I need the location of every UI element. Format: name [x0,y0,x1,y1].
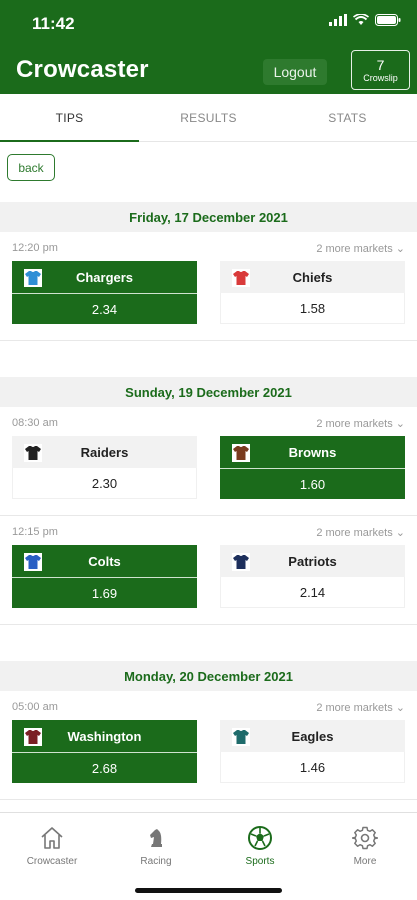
jersey-icon [232,269,250,287]
battery-icon [375,14,401,26]
day-section: Sunday, 19 December 2021 08:30 am 2 more m… [0,377,417,625]
jersey-icon [232,553,250,571]
event-row: 05:00 am2 more markets ⌄ [0,800,417,810]
home-pick-button[interactable]: Colts 1.69 [12,545,197,608]
more-markets-link[interactable]: 2 more markets ⌄ [316,526,405,539]
home-pick-button[interactable]: Raiders 2.30 [12,436,197,499]
back-button[interactable]: back [7,154,55,181]
logout-button[interactable]: Logout [263,59,327,85]
soccer-ball-icon [248,826,272,850]
more-markets-link[interactable]: 2 more markets ⌄ [316,242,405,255]
tab-bar: TIPS RESULTS STATS [0,94,417,142]
team-name: Colts [88,553,121,569]
tab-stats[interactable]: STATS [278,94,417,142]
day-section: Monday, 20 December 2021 05:00 am 2 more m… [0,661,417,810]
nav-label: Crowcaster [26,856,78,867]
nav-label: More [353,856,377,867]
tab-results[interactable]: RESULTS [139,94,278,142]
team-row: Colts [12,545,197,577]
date-header: Sunday, 19 December 2021 [0,377,417,407]
more-markets-link[interactable]: 2 more markets ⌄ [316,417,405,430]
event-row: 12:15 pm 2 more markets ⌄ Colts 1.69 Patriot… [0,516,417,625]
event-row: 12:20 pm 2 more markets ⌄ Chargers 2.34 Chie… [0,232,417,341]
jersey-icon [24,728,42,746]
nav-racing[interactable]: Racing [104,825,208,867]
status-icons [329,14,401,26]
home-icon [41,827,63,849]
team-row: Raiders [12,436,197,468]
app-title: Crowcaster [16,56,149,83]
app-header: 11:42 Crowcaster Logout 7 Crowslip [0,0,417,94]
home-indicator [135,888,282,893]
away-pick-button[interactable]: Chiefs 1.58 [220,261,405,324]
odds-value: 2.68 [12,752,197,783]
team-row: Washington [12,720,197,752]
team-row: Chargers [12,261,197,293]
team-name: Browns [288,444,337,460]
nav-label: Sports [245,856,275,867]
event-time: 05:00 am [12,701,58,713]
event-row: 05:00 am 2 more markets ⌄ Washington 2.68 Ea… [0,691,417,800]
odds-value: 1.60 [220,468,405,499]
day-section: Friday, 17 December 2021 12:20 pm 2 more m… [0,202,417,341]
jersey-icon [24,553,42,571]
jersey-icon [232,728,250,746]
odds-value: 2.34 [12,293,197,324]
event-time: 12:15 pm [12,526,58,538]
odds-value: 2.30 [12,468,197,499]
more-markets-link[interactable]: 2 more markets ⌄ [316,701,405,714]
event-time: 12:20 pm [12,242,58,254]
team-row: Chiefs [220,261,405,293]
date-header: Monday, 20 December 2021 [0,661,417,691]
home-pick-button[interactable]: Chargers 2.34 [12,261,197,324]
gear-icon [352,826,378,850]
crowslip-label: Crowslip [363,72,398,83]
wifi-icon [353,14,369,25]
jersey-icon [24,444,42,462]
chess-knight-icon [150,829,162,847]
team-name: Chiefs [292,269,333,285]
nav-label: Racing [140,856,172,867]
away-pick-button[interactable]: Eagles 1.46 [220,720,405,783]
jersey-icon [24,269,42,287]
status-bar: 11:42 [0,0,417,44]
team-row: Patriots [220,545,405,577]
crowslip-button[interactable]: 7 Crowslip [351,50,410,90]
team-name: Chargers [75,269,134,285]
away-pick-button[interactable]: Browns 1.60 [220,436,405,499]
team-name: Washington [67,728,142,744]
team-row: Eagles [220,720,405,752]
status-time: 11:42 [32,14,75,33]
odds-value: 1.69 [12,577,197,608]
nav-sports[interactable]: Sports [208,825,312,867]
crowslip-count: 7 [376,56,385,73]
date-header: Friday, 17 December 2021 [0,202,417,232]
away-pick-button[interactable]: Patriots 2.14 [220,545,405,608]
bottom-nav: Crowcaster Racing Sports More [0,812,417,900]
event-row: 08:30 am 2 more markets ⌄ Raiders 2.30 Brown… [0,407,417,516]
team-name: Eagles [291,728,334,744]
team-name: Patriots [288,553,337,569]
team-name: Raiders [80,444,129,460]
events-list: Friday, 17 December 2021 12:20 pm 2 more m… [0,202,417,810]
jersey-icon [232,444,250,462]
nav-more[interactable]: More [313,825,417,867]
team-row: Browns [220,436,405,468]
signal-icon [329,14,347,26]
odds-value: 1.58 [220,293,405,324]
home-pick-button[interactable]: Washington 2.68 [12,720,197,783]
odds-value: 2.14 [220,577,405,608]
active-tab-indicator [0,140,139,142]
nav-crowcaster[interactable]: Crowcaster [0,825,104,867]
event-time: 08:30 am [12,417,58,429]
tab-tips[interactable]: TIPS [0,94,139,142]
odds-value: 1.46 [220,752,405,783]
